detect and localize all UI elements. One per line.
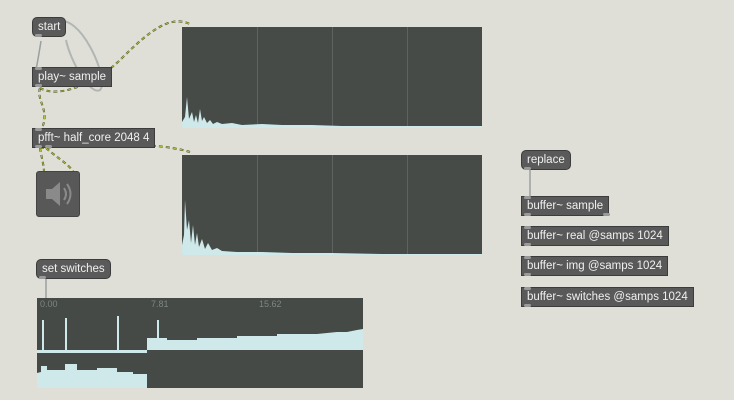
spectroscope-2[interactable] (182, 155, 482, 255)
switches-table-view[interactable]: 0.00 7.81 15.62 (37, 298, 363, 388)
replace-message[interactable]: replace (521, 150, 571, 170)
outlet[interactable] (524, 243, 531, 246)
outlet[interactable] (524, 304, 531, 307)
inlet[interactable] (524, 287, 531, 290)
buffer-img-object[interactable]: buffer~ img @samps 1024 (521, 256, 669, 276)
pfft-label: pfft~ half_core 2048 4 (38, 132, 150, 144)
outlet[interactable] (524, 273, 531, 276)
buffer-switches-label: buffer~ switches @samps 1024 (527, 291, 688, 303)
inlet[interactable] (35, 128, 42, 131)
spectrum-trace-2 (182, 200, 482, 255)
inlet[interactable] (524, 226, 531, 229)
outlet[interactable] (35, 84, 42, 87)
outlet[interactable] (524, 213, 531, 216)
buffer-switches-object[interactable]: buffer~ switches @samps 1024 (521, 287, 694, 307)
pfft-object[interactable]: pfft~ half_core 2048 4 (32, 128, 156, 148)
outlet[interactable] (603, 213, 610, 216)
outlet[interactable] (524, 167, 531, 170)
start-message[interactable]: start (32, 17, 67, 37)
buffer-real-object[interactable]: buffer~ real @samps 1024 (521, 226, 669, 246)
buffer-sample-label: buffer~ sample (527, 200, 604, 212)
inlet[interactable] (524, 196, 531, 199)
replace-label: replace (527, 154, 565, 166)
outlet[interactable] (39, 276, 46, 279)
switches-waveform (37, 316, 363, 388)
buffer-real-label: buffer~ real @samps 1024 (527, 230, 663, 242)
play-label: play~ sample (38, 71, 107, 83)
outlet[interactable] (35, 34, 42, 37)
speaker-icon (46, 182, 72, 206)
buffer-img-label: buffer~ img @samps 1024 (527, 260, 663, 272)
spectroscope-1[interactable] (182, 27, 482, 128)
set-switches-label: set switches (42, 263, 105, 275)
play-object[interactable]: play~ sample (32, 67, 113, 87)
set-switches-message[interactable]: set switches (36, 259, 111, 279)
outlet[interactable] (45, 145, 52, 148)
outlet[interactable] (35, 145, 42, 148)
spectrum-trace-1 (182, 97, 482, 128)
dac-speaker[interactable] (36, 171, 80, 217)
inlet[interactable] (35, 67, 42, 70)
start-label: start (38, 21, 61, 33)
buffer-sample-object[interactable]: buffer~ sample (521, 196, 610, 216)
inlet[interactable] (524, 256, 531, 259)
